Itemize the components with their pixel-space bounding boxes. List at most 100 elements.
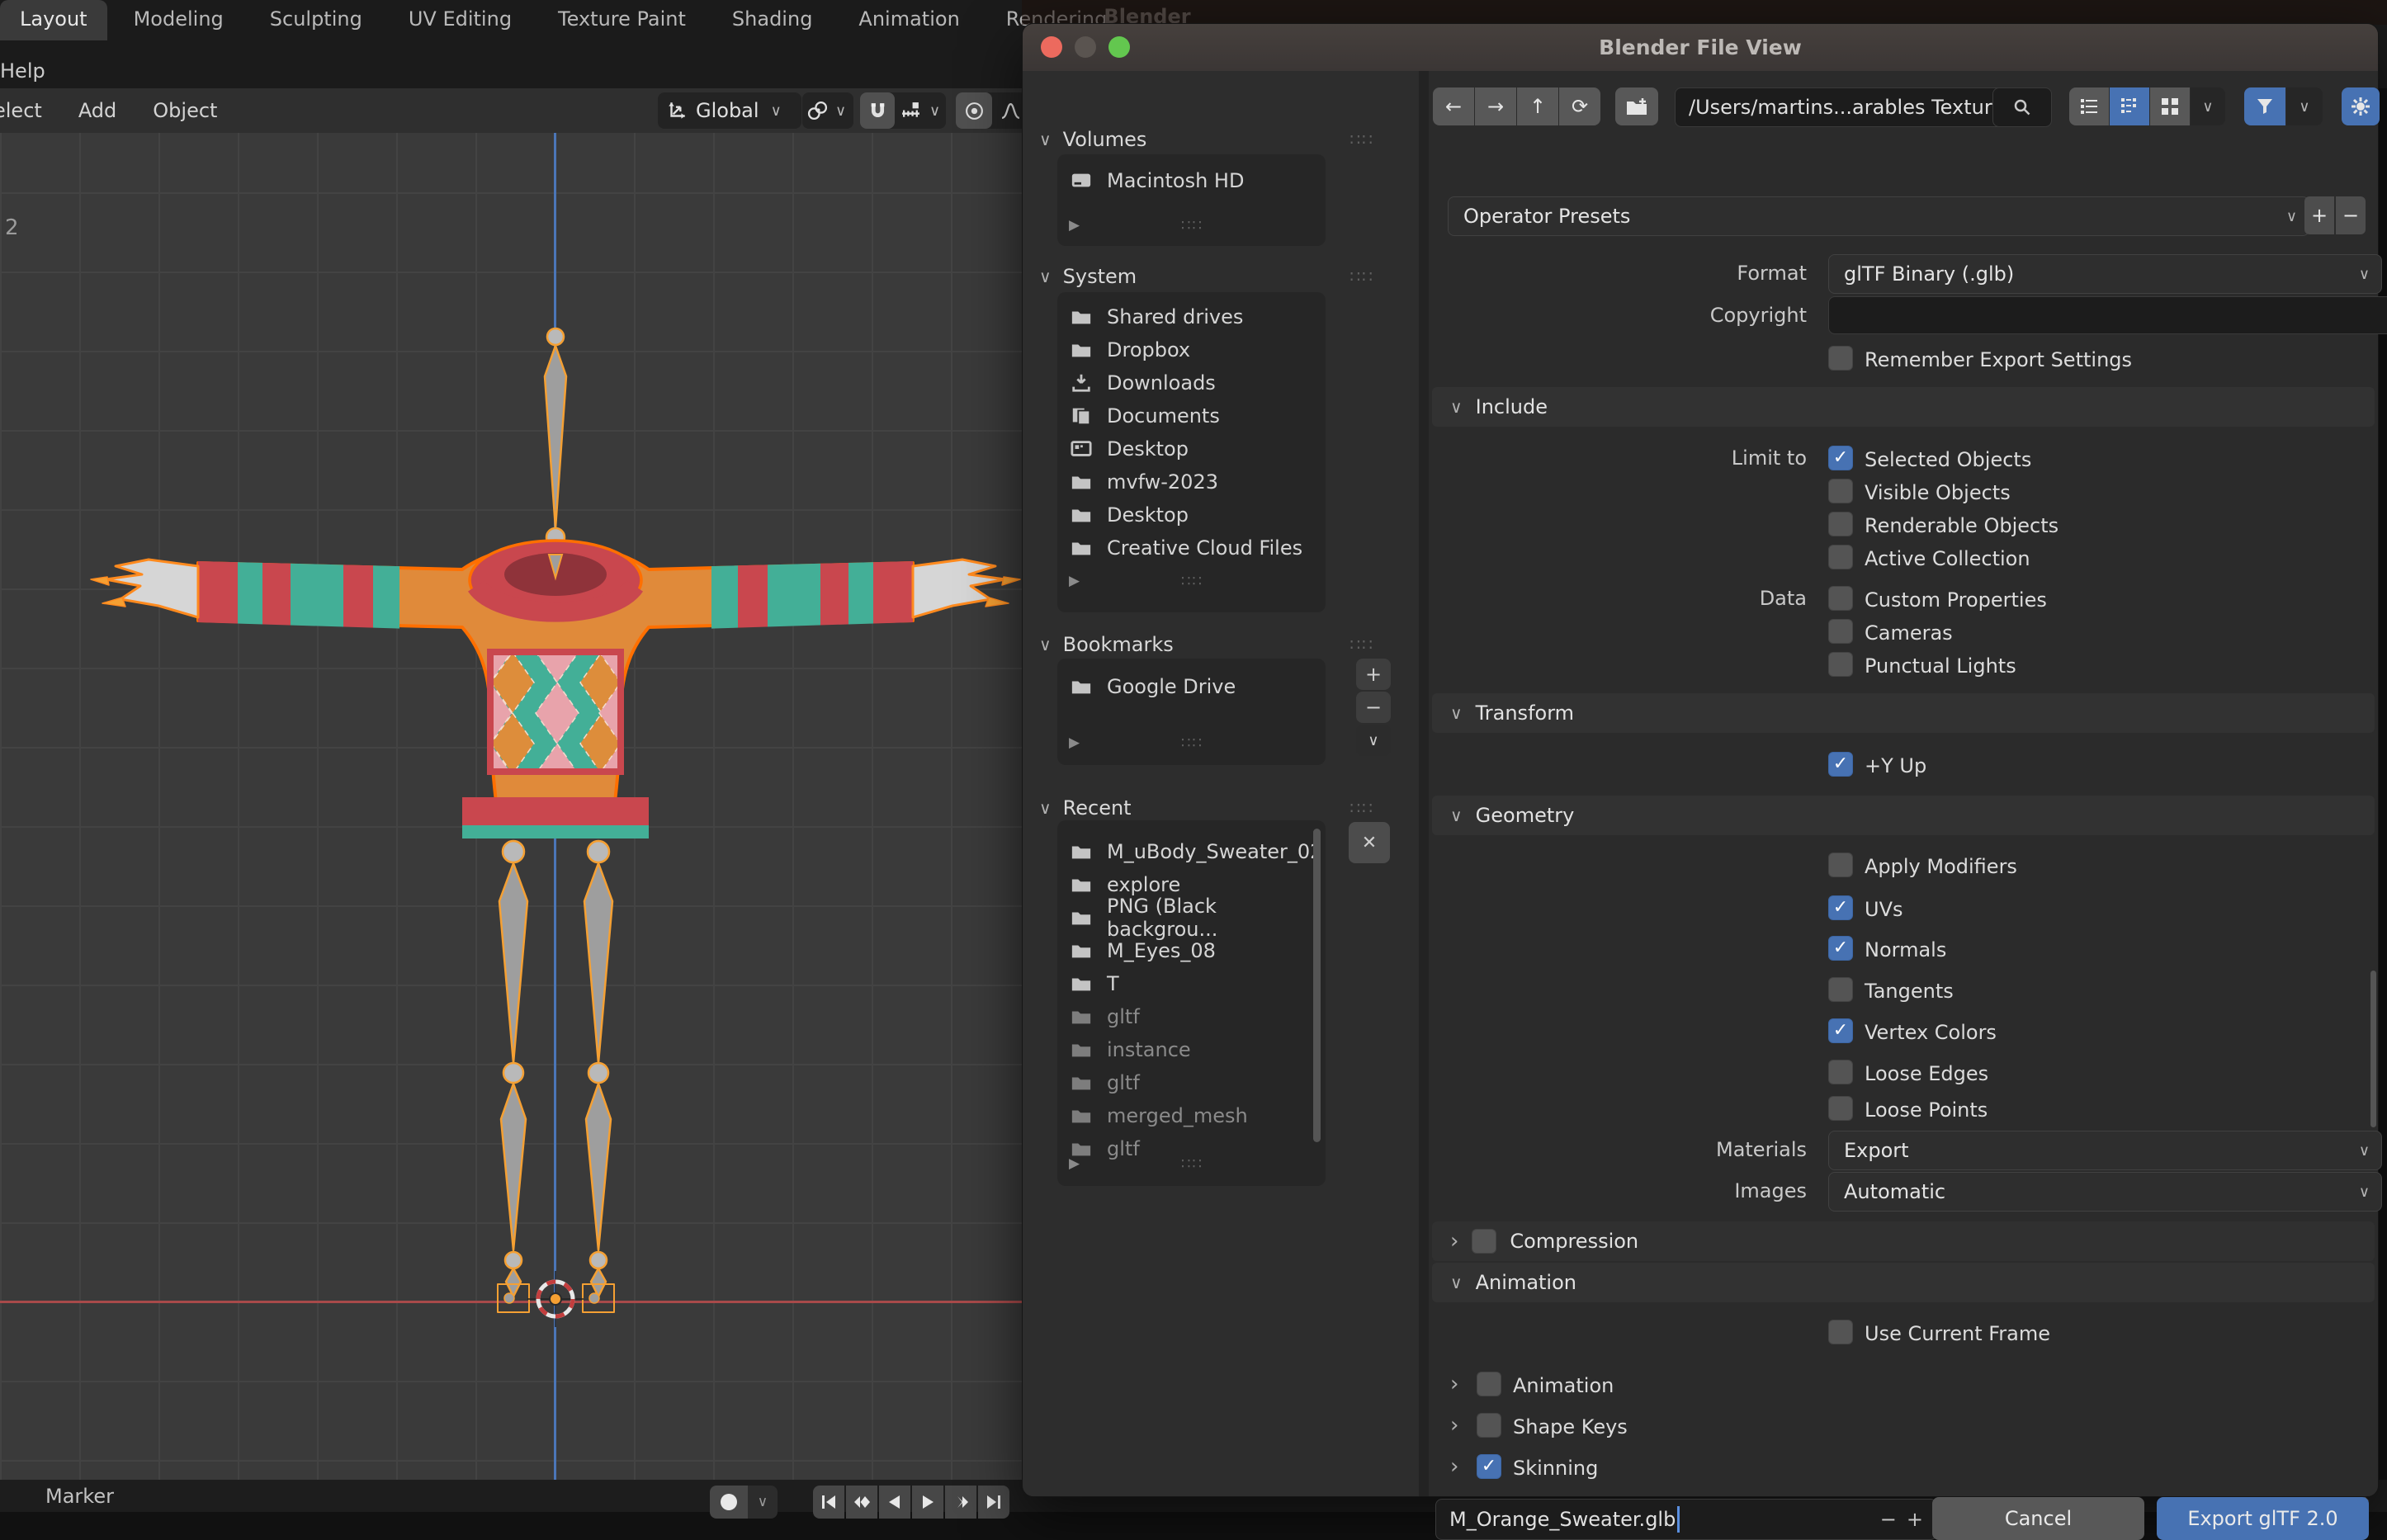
tab-shading[interactable]: Shading [712, 0, 833, 40]
display-options-chevron[interactable]: ∨ [2191, 87, 2225, 125]
armature-left-leg[interactable] [497, 839, 530, 1313]
preset-add-button[interactable]: + [2304, 196, 2334, 234]
section-animation[interactable]: ∨ Animation [1432, 1263, 2375, 1302]
hand-right[interactable] [911, 558, 1021, 619]
list-item-downloads[interactable]: Downloads [1057, 366, 1326, 399]
list-item-recent[interactable]: instance [1057, 1033, 1326, 1066]
new-folder-button[interactable] [1615, 87, 1658, 125]
renderable-objects-checkbox[interactable]: ✓ [1828, 512, 1853, 536]
tab-modeling[interactable]: Modeling [114, 0, 243, 40]
expander-icon[interactable]: ▶ [1069, 573, 1080, 589]
record-options-chevron[interactable]: ∨ [748, 1486, 778, 1519]
next-keyframe-button[interactable] [945, 1486, 976, 1519]
menu-select[interactable]: elect [0, 99, 60, 122]
menu-object[interactable]: Object [135, 99, 235, 122]
filename-increment[interactable]: + [1907, 1508, 1923, 1531]
display-mode-list-button[interactable] [2069, 87, 2109, 125]
chevron-right-icon[interactable]: › [1450, 1454, 1458, 1479]
section-transform[interactable]: ∨ Transform [1432, 693, 2375, 733]
apply-modifiers-checkbox[interactable]: ✓ [1828, 853, 1853, 877]
chevron-right-icon[interactable]: › [1450, 1413, 1458, 1438]
punctual-lights-checkbox[interactable]: ✓ [1828, 652, 1853, 677]
armature-right-leg[interactable] [582, 839, 615, 1313]
proportional-edit-toggle[interactable] [956, 92, 992, 129]
directory-path-field[interactable]: /Users/martins...arables Texture/ [1675, 87, 2008, 127]
tab-animation[interactable]: Animation [839, 0, 979, 40]
tab-uv-editing[interactable]: UV Editing [389, 0, 532, 40]
selected-objects-checkbox[interactable]: ✓ [1828, 446, 1853, 470]
timeline-marker-menu[interactable]: Marker [45, 1485, 114, 1508]
chevron-right-icon[interactable]: › [1450, 1372, 1458, 1396]
transform-orientation-dropdown[interactable]: Global ∨ [658, 92, 801, 129]
list-item-documents[interactable]: Documents [1057, 399, 1326, 432]
jump-to-start-button[interactable] [813, 1486, 844, 1519]
filename-decrement[interactable]: − [1870, 1508, 1907, 1531]
expander-icon[interactable]: ▶ [1069, 1155, 1080, 1172]
list-item-google-drive[interactable]: Google Drive [1057, 670, 1326, 703]
tangents-checkbox[interactable]: ✓ [1828, 977, 1853, 1002]
tab-layout[interactable]: Layout [0, 0, 107, 40]
play-button[interactable] [912, 1486, 943, 1519]
list-item-desktop-2[interactable]: Desktop [1057, 498, 1326, 531]
filter-button[interactable] [2244, 87, 2285, 125]
list-item-mvfw-2023[interactable]: mvfw-2023 [1057, 465, 1326, 498]
section-bookmarks[interactable]: ∨ Bookmarks ∷∷ [1031, 627, 1411, 662]
skinning-checkbox[interactable]: ✓ [1477, 1454, 1501, 1479]
images-dropdown[interactable]: Automatic ∨ [1828, 1172, 2382, 1212]
cancel-button[interactable]: Cancel [1932, 1497, 2144, 1540]
record-button[interactable] [710, 1486, 748, 1519]
list-item-shared-drives[interactable]: Shared drives [1057, 300, 1326, 333]
bookmark-add-button[interactable]: + [1356, 659, 1391, 690]
section-include[interactable]: ∨ Include [1432, 387, 2375, 427]
recent-clear-button[interactable]: ✕ [1349, 822, 1390, 863]
expander-icon[interactable]: ▶ [1069, 735, 1080, 751]
custom-properties-checkbox[interactable]: ✓ [1828, 586, 1853, 611]
panel-divider[interactable] [1419, 71, 1429, 1496]
play-reverse-button[interactable] [879, 1486, 910, 1519]
section-compression[interactable]: › ✓ Compression [1432, 1221, 2375, 1261]
operator-presets-dropdown[interactable]: Operator Presets ∨ [1448, 196, 2309, 236]
expander-icon[interactable]: ▶ [1069, 217, 1080, 234]
preset-remove-button[interactable]: − [2336, 196, 2366, 234]
list-item-recent[interactable]: T [1057, 967, 1326, 1000]
tab-sculpting[interactable]: Sculpting [250, 0, 382, 40]
prev-keyframe-button[interactable] [846, 1486, 877, 1519]
filter-options-chevron[interactable]: ∨ [2286, 87, 2323, 125]
menu-add[interactable]: Add [60, 99, 135, 122]
format-dropdown[interactable]: glTF Binary (.glb) ∨ [1828, 254, 2382, 294]
options-scrollbar[interactable] [2370, 971, 2376, 1127]
animation-sub-checkbox[interactable]: ✓ [1477, 1372, 1501, 1396]
use-current-frame-checkbox[interactable]: ✓ [1828, 1320, 1853, 1344]
close-traffic-light[interactable] [1041, 36, 1062, 58]
normals-checkbox[interactable]: ✓ [1828, 936, 1853, 961]
zoom-traffic-light[interactable] [1108, 36, 1130, 58]
copyright-input[interactable] [1828, 296, 2387, 334]
snap-magnet-toggle[interactable] [860, 92, 895, 129]
uvs-checkbox[interactable]: ✓ [1828, 895, 1853, 920]
loose-edges-checkbox[interactable]: ✓ [1828, 1060, 1853, 1084]
dialog-titlebar[interactable]: Blender File View [1023, 24, 2378, 71]
list-item-recent[interactable]: M_uBody_Sweater_02 [1057, 835, 1326, 868]
list-item-dropbox[interactable]: Dropbox [1057, 333, 1326, 366]
bookmark-options-chevron[interactable]: ∨ [1356, 725, 1391, 756]
recent-scrollbar[interactable] [1313, 829, 1321, 1142]
back-button[interactable]: ← [1433, 87, 1474, 125]
viewport-3d[interactable]: 2 [0, 133, 1022, 1480]
filename-input[interactable]: M_Orange_Sweater.glb − + [1435, 1499, 1937, 1540]
compression-checkbox[interactable]: ✓ [1472, 1229, 1497, 1254]
export-gltf-button[interactable]: Export glTF 2.0 [2157, 1497, 2369, 1540]
section-system[interactable]: ∨ System ∷∷ [1031, 259, 1411, 294]
list-item-recent[interactable]: gltf [1057, 1066, 1326, 1099]
sweater-mesh[interactable] [196, 539, 915, 838]
shape-keys-checkbox[interactable]: ✓ [1477, 1413, 1501, 1438]
tab-texture-paint[interactable]: Texture Paint [538, 0, 706, 40]
character-model[interactable] [83, 314, 1022, 1480]
cameras-checkbox[interactable]: ✓ [1828, 619, 1853, 644]
snap-to-icon[interactable] [895, 92, 926, 129]
jump-to-end-button[interactable] [978, 1486, 1009, 1519]
display-mode-thumbnail-button[interactable] [2150, 87, 2190, 125]
pivot-point-dropdown[interactable]: ∨ [802, 92, 853, 129]
display-mode-detail-button[interactable] [2110, 87, 2149, 125]
menu-help[interactable]: Help [0, 54, 57, 87]
list-item-macintosh-hd[interactable]: Macintosh HD [1057, 164, 1326, 197]
